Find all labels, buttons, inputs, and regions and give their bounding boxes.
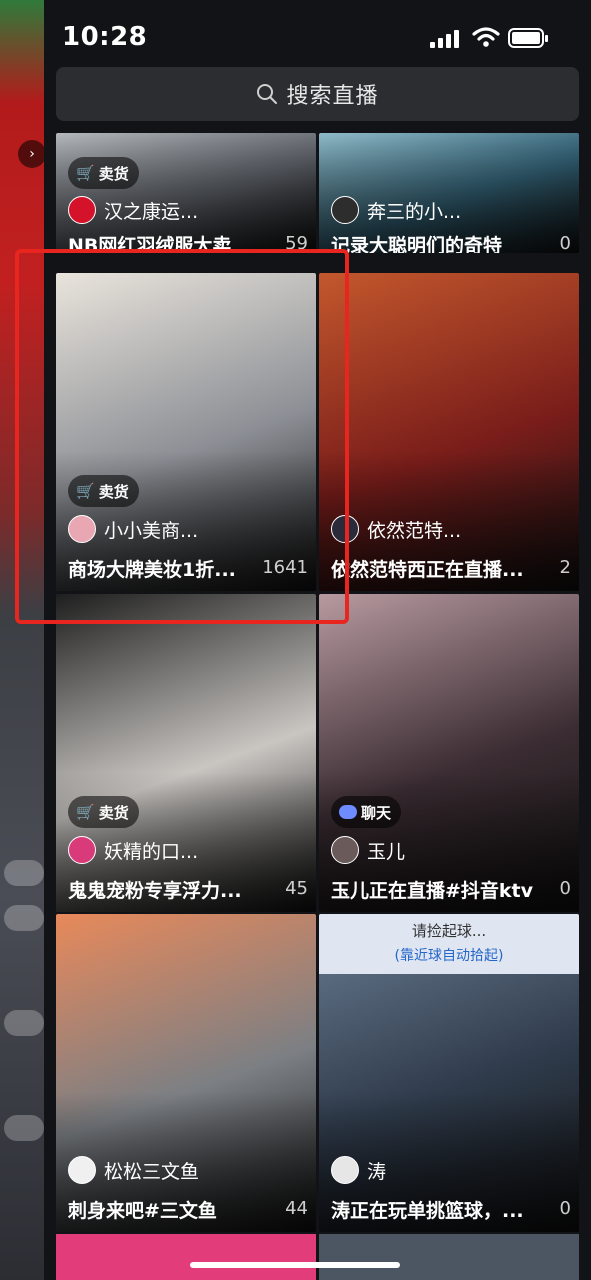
cart-icon: 🛒	[76, 164, 95, 182]
viewer-count: 45	[285, 878, 308, 899]
battery-icon	[508, 28, 548, 48]
host-info: 依然范特...	[331, 515, 461, 543]
avatar	[68, 196, 96, 224]
host-name: 奔三的小...	[367, 200, 462, 223]
room-title: 鬼鬼宠粉专享浮力...	[68, 880, 242, 902]
cellular-signal-icon	[430, 30, 459, 48]
room-title: 玉儿正在直播#抖音ktv	[331, 880, 534, 902]
host-name: 涛	[367, 1160, 387, 1183]
host-name: 依然范特...	[367, 519, 462, 542]
avatar	[331, 196, 359, 224]
selection-highlight	[15, 249, 349, 624]
game-hint: (靠近球自动拾起)	[394, 948, 504, 964]
background-pill	[4, 860, 44, 886]
viewer-count: 0	[559, 878, 571, 899]
live-room-card[interactable]: 松松三文鱼 刺身来吧#三文鱼 44	[56, 914, 316, 1232]
category-tag: 🛒 卖货	[68, 796, 139, 828]
host-info: 奔三的小...	[331, 196, 461, 224]
chat-bubble-icon	[339, 805, 357, 819]
host-info: 汉之康运...	[68, 196, 198, 224]
room-title: 记录大聪明们的奇特	[331, 235, 503, 253]
avatar	[331, 1156, 359, 1184]
chevron-right-icon[interactable]: ›	[18, 140, 46, 168]
category-tag: 聊天	[331, 796, 402, 828]
game-prompt: 请捡起球...	[411, 922, 487, 940]
viewer-count: 0	[559, 233, 571, 253]
background-app-strip: ›	[0, 0, 48, 1280]
wifi-icon	[472, 27, 500, 47]
home-indicator[interactable]	[190, 1262, 400, 1268]
host-name: 松松三文鱼	[104, 1160, 200, 1183]
host-name: 汉之康运...	[104, 200, 199, 223]
room-title: 涛正在玩单挑篮球，...	[331, 1200, 524, 1222]
viewer-count: 0	[559, 1198, 571, 1219]
host-info: 玉儿	[331, 836, 405, 864]
cart-icon: 🛒	[76, 803, 95, 821]
search-icon	[257, 84, 278, 104]
host-info: 松松三文鱼	[68, 1156, 199, 1184]
host-info: 妖精的口...	[68, 836, 198, 864]
avatar	[68, 836, 96, 864]
background-pill	[4, 1115, 44, 1141]
host-name: 玉儿	[367, 840, 406, 863]
live-room-card[interactable]: 🛒 卖货 汉之康运... NB网红羽绒服大卖 59	[56, 133, 316, 253]
avatar	[331, 836, 359, 864]
room-title: 依然范特西正在直播...	[331, 559, 524, 581]
viewer-count: 44	[285, 1198, 308, 1219]
host-name: 妖精的口...	[104, 840, 199, 863]
game-overlay: 请捡起球... (靠近球自动拾起)	[319, 914, 579, 974]
search-placeholder: 搜索直播	[286, 84, 379, 109]
viewer-count: 2	[559, 557, 571, 578]
category-tag: 🛒 卖货	[68, 157, 139, 189]
live-room-card[interactable]: 奔三的小... 记录大聪明们的奇特 0	[319, 133, 579, 253]
room-title: 刺身来吧#三文鱼	[68, 1200, 217, 1222]
background-pill	[4, 1010, 44, 1036]
live-room-card[interactable]: 依然范特... 依然范特西正在直播... 2	[319, 273, 579, 591]
avatar	[68, 1156, 96, 1184]
live-room-card-partial[interactable]	[319, 1234, 579, 1280]
live-room-card-partial[interactable]	[56, 1234, 316, 1280]
search-bar[interactable]: 搜索直播	[56, 67, 579, 121]
live-browse-panel: 10:28 搜索直播 🛒 卖货 汉之康运... NB网红羽绒服大卖 59 奔三的…	[44, 0, 591, 1280]
live-room-card[interactable]: 聊天 玉儿 玉儿正在直播#抖音ktv 0	[319, 594, 579, 912]
status-time: 10:28	[62, 22, 148, 52]
live-room-card[interactable]: 🛒 卖货 妖精的口... 鬼鬼宠粉专享浮力... 45	[56, 594, 316, 912]
status-bar: 10:28	[44, 0, 591, 64]
host-info: 涛	[331, 1156, 386, 1184]
live-room-card[interactable]: 请捡起球... (靠近球自动拾起) 涛 涛正在玩单挑篮球，... 0	[319, 914, 579, 1232]
background-pill	[4, 905, 44, 931]
